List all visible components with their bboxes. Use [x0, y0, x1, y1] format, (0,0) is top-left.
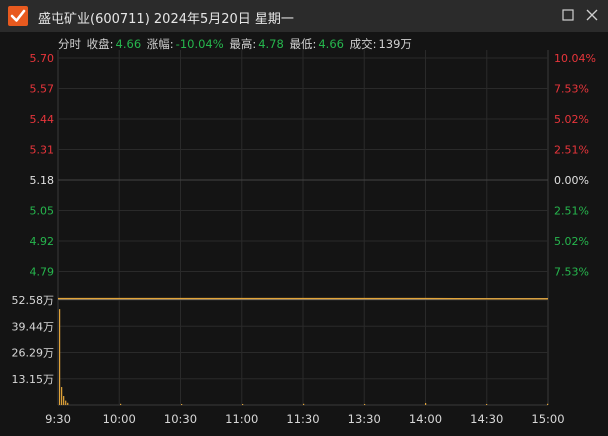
time-tick-label: 13:30: [348, 412, 381, 426]
volume-tick-label: 39.44万: [12, 320, 55, 333]
volume-bar: [59, 309, 61, 405]
pct-tick-label: 7.53%: [554, 83, 589, 96]
time-tick-label: 10:00: [103, 412, 136, 426]
volume-bar: [364, 404, 366, 405]
intraday-chart[interactable]: 5.70 10.04% 5.57 7.53% 5.44 5.02% 5.31 2.51% 5.1…: [0, 0, 608, 436]
price-tick-label: 5.44: [30, 113, 55, 126]
time-tick-label: 15:00: [531, 412, 564, 426]
volume-bar: [181, 404, 183, 405]
pct-tick-label: 7.53%: [554, 266, 589, 279]
volume-bar: [242, 404, 244, 405]
time-tick-label: 11:00: [225, 412, 258, 426]
price-tick-label: 5.31: [30, 144, 55, 157]
price-tick-label: 5.57: [30, 83, 55, 96]
volume-bar: [61, 387, 63, 405]
price-tick-label: 5.05: [30, 205, 55, 218]
time-tick-label: 9:30: [45, 412, 71, 426]
price-tick-label: 4.79: [30, 266, 55, 279]
volume-bar: [486, 404, 488, 405]
volume-bar: [547, 403, 549, 405]
time-tick-label: 10:30: [164, 412, 197, 426]
time-tick-label: 14:00: [409, 412, 442, 426]
price-tick-label: 4.92: [30, 235, 55, 248]
volume-bar: [67, 402, 69, 405]
volume-bar: [65, 400, 67, 405]
time-tick-label: 11:30: [286, 412, 319, 426]
pct-tick-label: 10.04%: [554, 52, 596, 65]
time-tick-label: 14:30: [470, 412, 503, 426]
pct-tick-label: 2.51%: [554, 144, 589, 157]
volume-tick-label: 52.58万: [12, 294, 55, 307]
pct-tick-label: 2.51%: [554, 205, 589, 218]
volume-bar: [425, 403, 427, 405]
price-tick-label: 5.70: [30, 52, 55, 65]
volume-tick-label: 26.29万: [12, 347, 55, 360]
price-tick-label: 5.18: [30, 174, 55, 187]
volume-tick-label: 13.15万: [12, 373, 55, 386]
pct-tick-label: 5.02%: [554, 113, 589, 126]
volume-bar: [63, 396, 65, 405]
volume-bar: [120, 403, 122, 405]
pct-tick-label: 5.02%: [554, 235, 589, 248]
pct-tick-label: 0.00%: [554, 174, 589, 187]
volume-bar: [303, 403, 305, 405]
